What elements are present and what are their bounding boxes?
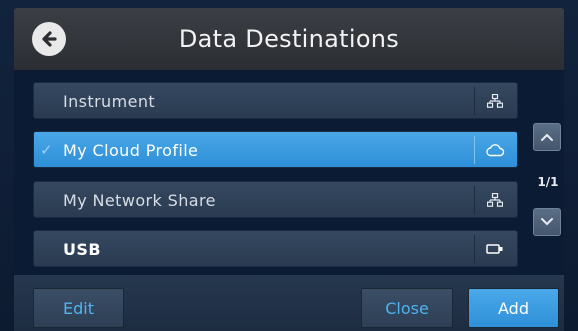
page-title: Data Destinations	[178, 25, 400, 53]
header-bar: Data Destinations	[14, 8, 564, 70]
close-button[interactable]: Close	[361, 288, 453, 328]
destination-list-panel: Instrument ✓ My Cloud Profile My Network…	[14, 70, 564, 275]
add-button[interactable]: Add	[468, 288, 559, 328]
checkmark-icon: ✓	[40, 141, 53, 159]
destination-label: My Cloud Profile	[63, 141, 199, 160]
chevron-down-icon	[541, 218, 553, 226]
destination-row-usb[interactable]: USB	[33, 230, 518, 267]
chevron-up-icon	[541, 133, 553, 141]
row-divider	[474, 186, 475, 214]
network-icon	[482, 92, 508, 110]
destination-row-my-network-share[interactable]: My Network Share	[33, 181, 518, 218]
page-indicator: 1/1	[537, 175, 559, 189]
destination-row-my-cloud-profile[interactable]: ✓ My Cloud Profile	[33, 131, 518, 168]
destination-label: Instrument	[63, 92, 156, 111]
row-divider	[474, 136, 475, 164]
scroll-up-button[interactable]	[533, 123, 561, 151]
row-divider	[474, 235, 475, 263]
network-icon	[482, 191, 508, 209]
footer-bar: Edit Close Add	[14, 275, 564, 331]
data-destinations-screen: Data Destinations Instrument ✓ My Cloud …	[0, 0, 578, 331]
destination-label: My Network Share	[63, 191, 216, 210]
usb-icon	[482, 240, 508, 258]
edit-button[interactable]: Edit	[33, 288, 124, 328]
destination-label: USB	[63, 240, 101, 259]
cloud-icon	[482, 141, 508, 159]
scroll-down-button[interactable]	[533, 208, 561, 236]
destination-row-instrument[interactable]: Instrument	[33, 82, 518, 119]
row-divider	[474, 87, 475, 115]
